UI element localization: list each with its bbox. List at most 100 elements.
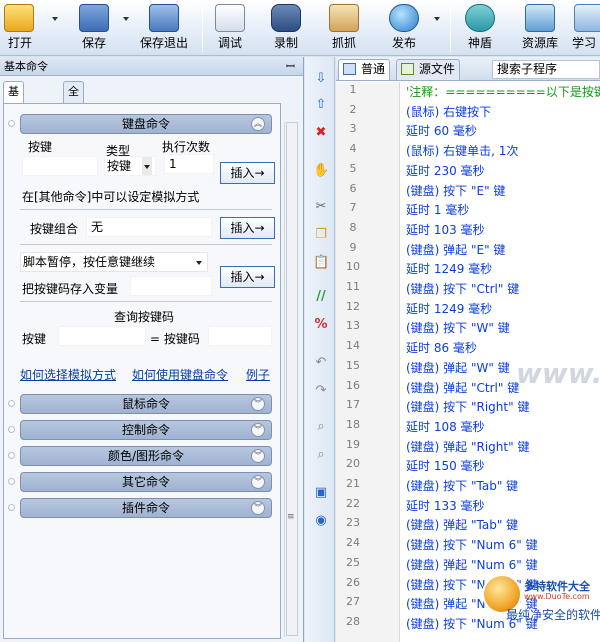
code-line[interactable]: (键盘) 弹起 "W" 键 bbox=[406, 359, 510, 376]
code-line[interactable]: (键盘) 按下 "Right" 键 bbox=[406, 398, 529, 415]
code-line[interactable]: 延时 86 毫秒 bbox=[406, 339, 477, 356]
subroutine-search-field[interactable]: 搜索子程序 bbox=[492, 60, 600, 79]
chevron-down-icon[interactable]: ︾ bbox=[251, 423, 265, 437]
open-dropdown-arrow[interactable] bbox=[52, 17, 58, 21]
chevron-up-icon[interactable]: ︽ bbox=[251, 117, 265, 131]
code-line[interactable]: (键盘) 按下 "E" 键 bbox=[406, 182, 505, 199]
section-radio[interactable] bbox=[8, 120, 15, 127]
insert-combo-button[interactable]: 插入→ bbox=[220, 217, 275, 239]
publish-dropdown-arrow[interactable] bbox=[434, 17, 440, 21]
panel-scrollbar[interactable] bbox=[284, 122, 299, 637]
pin-icon[interactable]: ꟷ bbox=[286, 57, 295, 76]
query-key-input[interactable] bbox=[58, 326, 146, 346]
save-exit-icon bbox=[149, 4, 179, 32]
code-line[interactable]: 延时 133 毫秒 bbox=[406, 497, 485, 514]
resource-library-button[interactable]: 资源库 bbox=[514, 0, 566, 56]
type-select[interactable]: 按键 bbox=[104, 156, 156, 176]
tab-all-commands[interactable]: 全部命令 bbox=[63, 81, 84, 158]
code-line[interactable]: 延时 230 毫秒 bbox=[406, 162, 485, 179]
link-simulation-mode[interactable]: 如何选择模拟方式 bbox=[20, 366, 116, 383]
code-line[interactable]: '注释：==========以下是按键精 bbox=[406, 83, 600, 100]
open-button[interactable]: 打开 bbox=[0, 0, 40, 56]
tab-normal-view[interactable]: 普通 bbox=[338, 59, 391, 80]
undo-icon[interactable]: ↶ bbox=[313, 355, 329, 371]
comment-icon[interactable]: // bbox=[313, 289, 329, 305]
copy-icon[interactable]: ❐ bbox=[313, 227, 329, 243]
code-line[interactable]: (键盘) 弹起 "Ctrl" 键 bbox=[406, 379, 519, 396]
count-input[interactable]: 1 bbox=[164, 154, 214, 174]
code-line[interactable]: (键盘) 弹起 "Right" 键 bbox=[406, 438, 529, 455]
section-radio[interactable] bbox=[8, 400, 15, 407]
keyboard-section-header[interactable]: 键盘命令 ︽ bbox=[20, 114, 272, 134]
hand-icon[interactable]: ✋ bbox=[313, 163, 329, 179]
insert-pause-button[interactable]: 插入→ bbox=[220, 266, 275, 288]
color-graphic-section-header[interactable]: 颜色/图形命令 ︾ bbox=[20, 446, 272, 466]
cut-icon[interactable]: ✂ bbox=[313, 199, 329, 215]
chevron-down-icon[interactable] bbox=[142, 157, 152, 175]
keycode-output[interactable] bbox=[208, 326, 272, 346]
find-icon[interactable]: ⌕ bbox=[313, 419, 329, 435]
code-line[interactable]: 延时 1249 毫秒 bbox=[406, 300, 492, 317]
chevron-down-icon[interactable]: ︾ bbox=[251, 501, 265, 515]
save-exit-button[interactable]: 保存退出 bbox=[136, 0, 192, 56]
plugin-section-header[interactable]: 插件命令 ︾ bbox=[20, 498, 272, 518]
key-input[interactable] bbox=[22, 156, 98, 176]
line-number: 4 bbox=[349, 142, 357, 156]
code-line[interactable]: (鼠标) 右键按下 bbox=[406, 103, 491, 120]
code-line[interactable]: 延时 60 毫秒 bbox=[406, 122, 477, 139]
code-line[interactable]: 延时 1249 毫秒 bbox=[406, 260, 492, 277]
debug-button[interactable]: 调试 bbox=[208, 0, 252, 56]
variable-input[interactable] bbox=[130, 276, 212, 296]
preview-eye-icon[interactable]: ◉ bbox=[313, 513, 329, 529]
control-section-header[interactable]: 控制命令 ︾ bbox=[20, 420, 272, 440]
redo-icon[interactable]: ↷ bbox=[313, 383, 329, 399]
tab-basic-commands[interactable]: 基本命令 bbox=[3, 81, 24, 158]
scroll-thumb[interactable] bbox=[286, 122, 298, 636]
chevron-down-icon[interactable]: ︾ bbox=[251, 449, 265, 463]
code-line[interactable]: (键盘) 弹起 "Tab" 键 bbox=[406, 516, 518, 533]
link-example[interactable]: 例子 bbox=[246, 366, 270, 383]
code-line[interactable]: (键盘) 按下 "Tab" 键 bbox=[406, 477, 518, 494]
save-dropdown-arrow[interactable] bbox=[123, 17, 129, 21]
tab-source-file[interactable]: 源文件 bbox=[396, 59, 461, 80]
code-line[interactable]: 延时 1 毫秒 bbox=[406, 201, 469, 218]
record-button[interactable]: 录制 bbox=[264, 0, 308, 56]
toggle-view-icon[interactable]: ▣ bbox=[313, 485, 329, 501]
shield-button[interactable]: 神盾 bbox=[458, 0, 502, 56]
publish-button[interactable]: 发布 bbox=[382, 0, 426, 56]
link-keyboard-usage[interactable]: 如何使用键盘命令 bbox=[132, 366, 228, 383]
move-down-icon[interactable]: ⇩ bbox=[313, 71, 329, 87]
other-section-header[interactable]: 其它命令 ︾ bbox=[20, 472, 272, 492]
grab-button[interactable]: 抓抓 bbox=[322, 0, 366, 56]
move-up-icon[interactable]: ⇧ bbox=[313, 97, 329, 113]
code-line[interactable]: (键盘) 弹起 "Num 6" 键 bbox=[406, 556, 538, 573]
code-line[interactable]: 延时 150 毫秒 bbox=[406, 457, 485, 474]
section-radio[interactable] bbox=[8, 478, 15, 485]
insert-key-button[interactable]: 插入→ bbox=[220, 162, 275, 184]
delete-icon[interactable]: ✖ bbox=[313, 125, 329, 141]
paste-icon[interactable]: 📋 bbox=[313, 255, 329, 271]
code-line[interactable]: (键盘) 按下 "Ctrl" 键 bbox=[406, 280, 519, 297]
section-radio[interactable] bbox=[8, 452, 15, 459]
chevron-down-icon[interactable]: ︾ bbox=[251, 397, 265, 411]
pause-select[interactable]: 脚本暂停，按任意键继续 bbox=[20, 252, 208, 272]
query-key-label: 按键 bbox=[22, 332, 47, 346]
section-radio[interactable] bbox=[8, 504, 15, 511]
code-line[interactable]: (键盘) 按下 "W" 键 bbox=[406, 319, 510, 336]
find-next-icon[interactable]: ⌕ bbox=[313, 447, 329, 463]
code-line[interactable]: 延时 108 毫秒 bbox=[406, 418, 485, 435]
section-radio[interactable] bbox=[8, 426, 15, 433]
code-line[interactable]: (键盘) 按下 "Num 6" 键 bbox=[406, 536, 538, 553]
key-combo-input[interactable]: 无 bbox=[86, 217, 212, 237]
mouse-section-header[interactable]: 鼠标命令 ︾ bbox=[20, 394, 272, 414]
code-line[interactable]: (键盘) 弹起 "E" 键 bbox=[406, 241, 505, 258]
learn-button[interactable]: 学习 bbox=[570, 0, 600, 56]
uncomment-icon[interactable]: % bbox=[313, 317, 329, 333]
code-line[interactable]: 延时 103 毫秒 bbox=[406, 221, 485, 238]
chevron-down-icon[interactable]: ︾ bbox=[251, 475, 265, 489]
save-button[interactable]: 保存 bbox=[72, 0, 116, 56]
line-number: 15 bbox=[346, 358, 360, 372]
code-line[interactable]: (鼠标) 右键单击, 1次 bbox=[406, 142, 518, 159]
chevron-down-icon[interactable] bbox=[194, 253, 204, 271]
splitter-grip-icon[interactable]: ≡ bbox=[287, 512, 295, 522]
